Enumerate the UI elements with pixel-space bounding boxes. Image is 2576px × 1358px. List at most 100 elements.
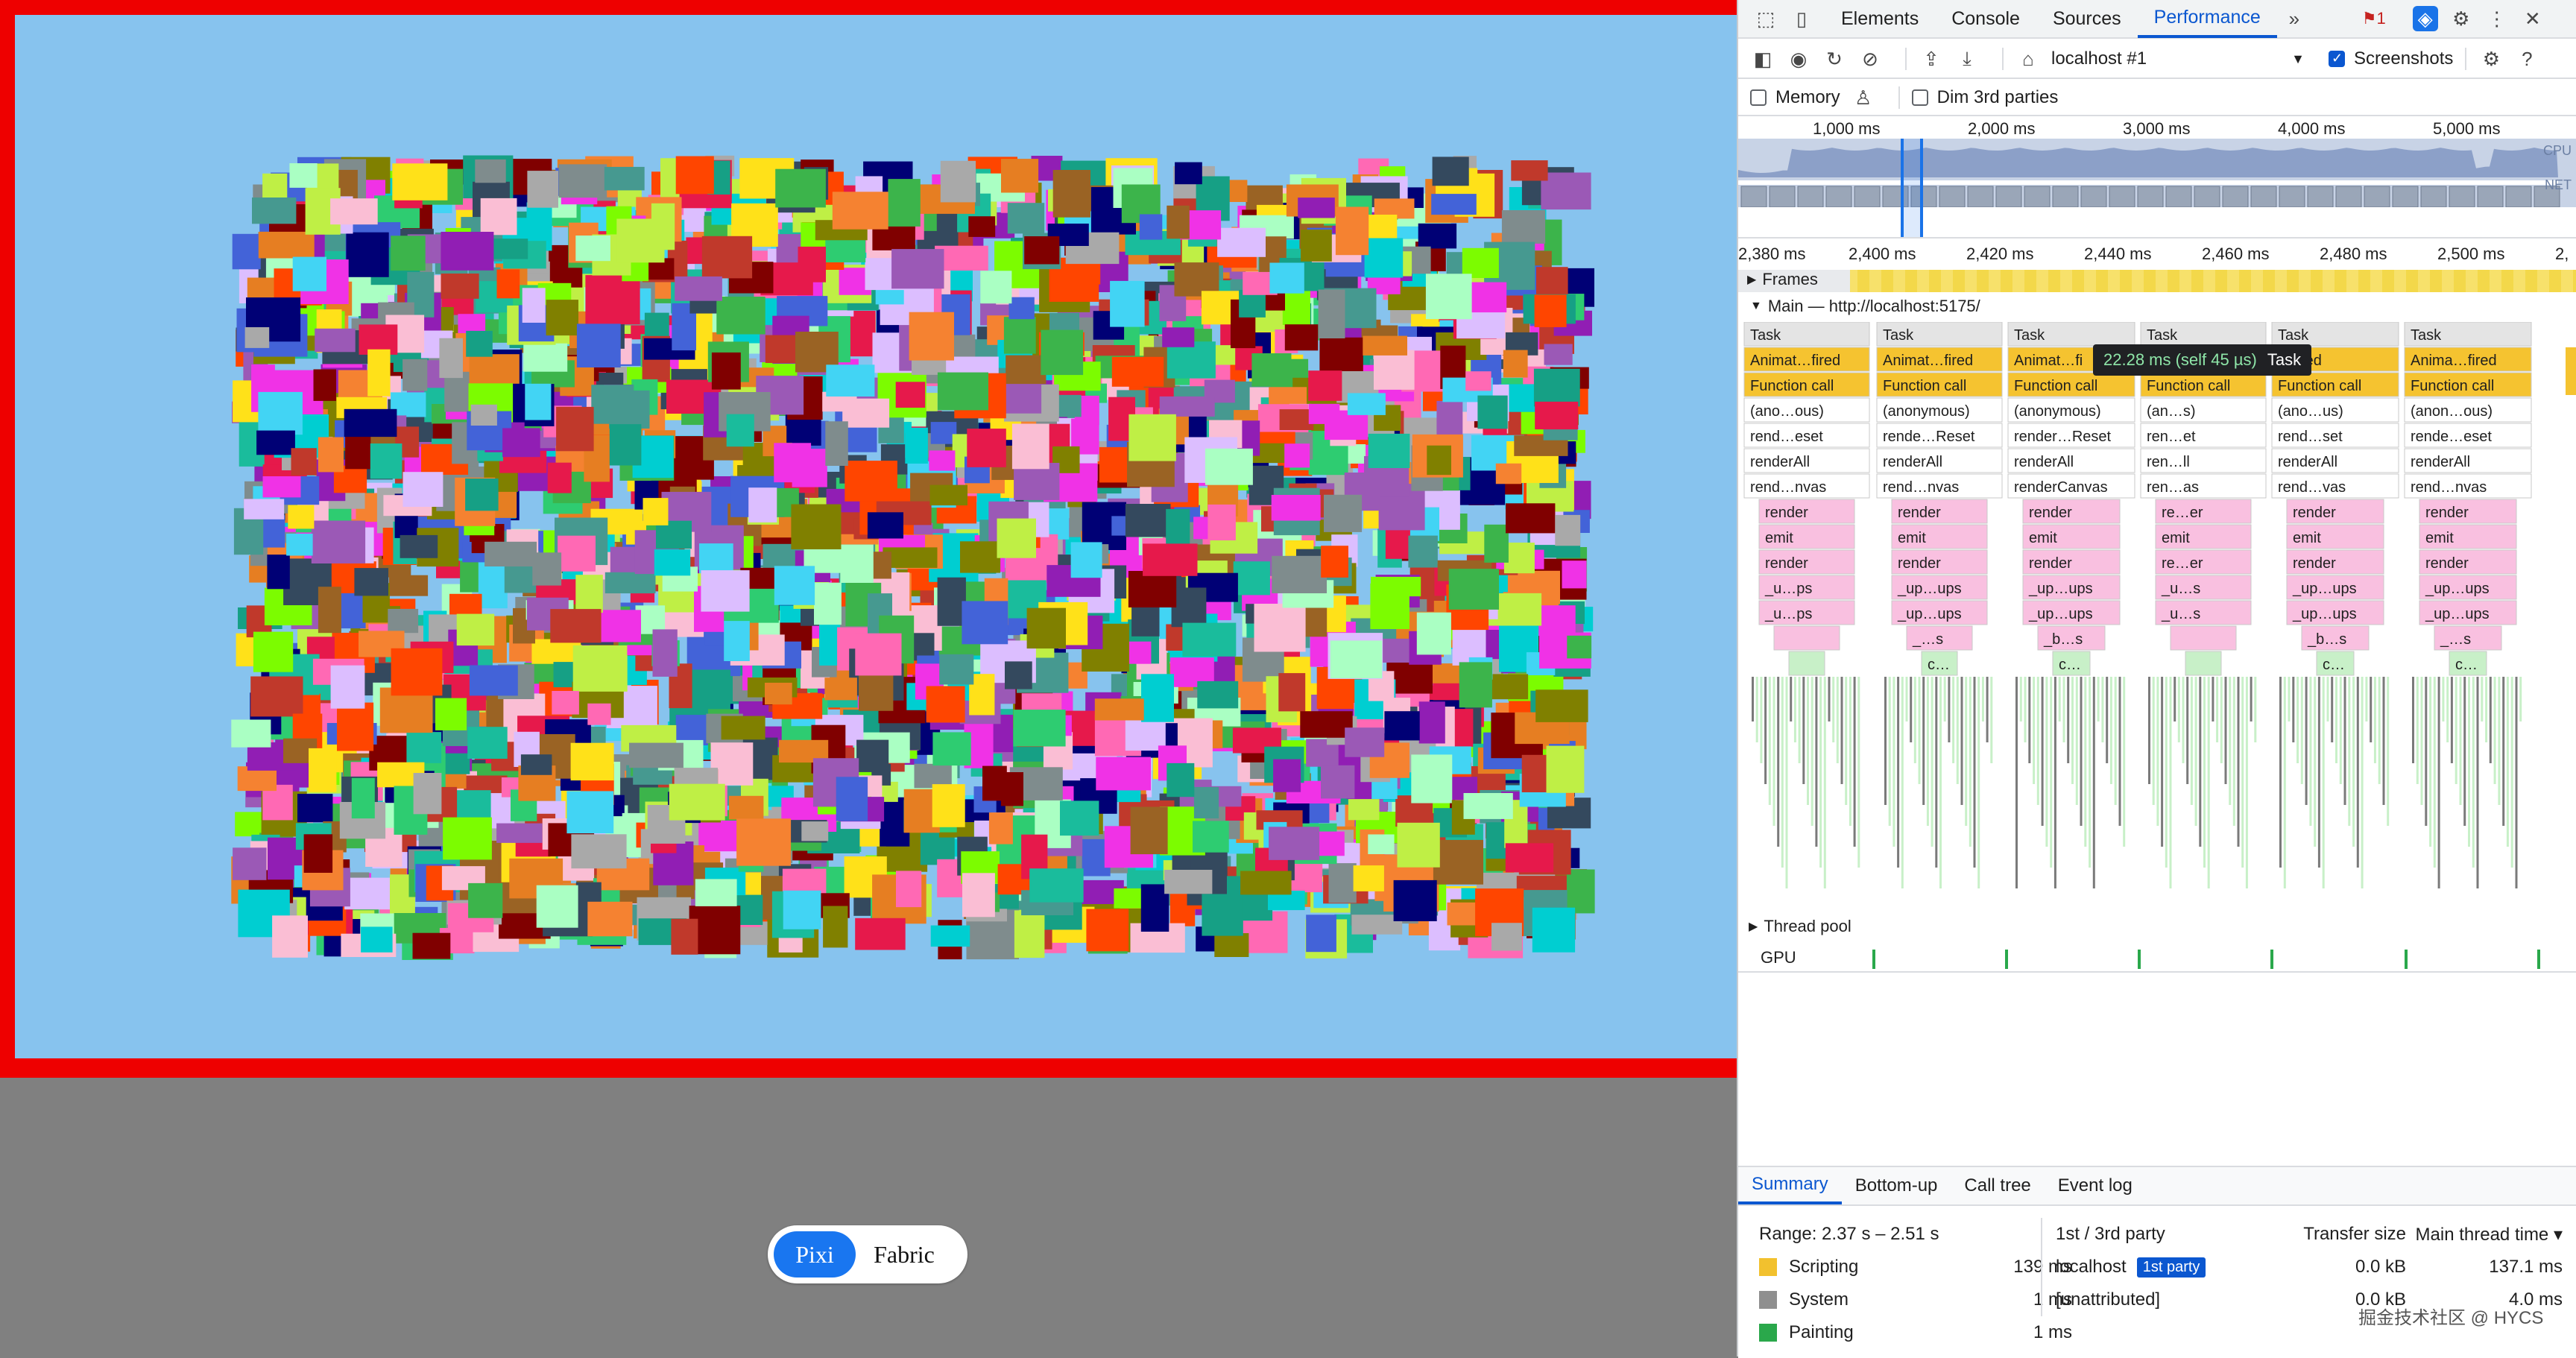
flame-entry[interactable] bbox=[2033, 677, 2036, 784]
flame-entry[interactable] bbox=[2084, 677, 2087, 847]
tab-summary[interactable]: Summary bbox=[1738, 1167, 1842, 1204]
frame-bar[interactable] bbox=[2120, 270, 2132, 292]
flame-entry[interactable] bbox=[2382, 677, 2385, 805]
settings-gear-icon[interactable]: ⚙ bbox=[2449, 6, 2474, 31]
flame-entry[interactable] bbox=[1926, 677, 1929, 826]
flame-entry[interactable] bbox=[2194, 677, 2197, 826]
frame-bar[interactable] bbox=[1989, 270, 2001, 292]
fabric-button[interactable]: Fabric bbox=[856, 1231, 953, 1278]
flame-entry[interactable] bbox=[2080, 677, 2083, 826]
clear-icon[interactable]: ⊘ bbox=[1857, 46, 1883, 72]
flame-entry[interactable] bbox=[1768, 677, 1771, 805]
frame-bar[interactable] bbox=[2001, 270, 2012, 292]
flame-entry[interactable] bbox=[1853, 677, 1856, 847]
frame-bar[interactable] bbox=[2287, 270, 2299, 292]
gpu-event[interactable] bbox=[2005, 950, 2008, 969]
frame-bar[interactable] bbox=[2537, 270, 2549, 292]
flame-entry[interactable] bbox=[2335, 677, 2337, 763]
flame-entry[interactable] bbox=[1913, 677, 1916, 763]
flame-entry[interactable] bbox=[2433, 677, 2436, 868]
tab-sources[interactable]: Sources bbox=[2036, 0, 2138, 38]
flame-entry[interactable] bbox=[2067, 677, 2070, 763]
flame-entry[interactable] bbox=[2459, 677, 2462, 805]
frame-bar[interactable] bbox=[2382, 270, 2394, 292]
flame-entry[interactable] bbox=[1773, 625, 1840, 651]
flame-entry[interactable] bbox=[2348, 677, 2351, 826]
flame-entry[interactable] bbox=[2220, 677, 2223, 763]
flame-entry[interactable] bbox=[2450, 677, 2453, 763]
flame-entry[interactable] bbox=[1965, 677, 1968, 826]
device-toolbar-icon[interactable]: ▯ bbox=[1789, 6, 1814, 31]
flame-entry[interactable] bbox=[2241, 677, 2244, 868]
flame-entry[interactable] bbox=[2515, 677, 2518, 888]
flame-entry[interactable] bbox=[2152, 677, 2155, 805]
flame-entry[interactable] bbox=[2097, 677, 2100, 721]
flame-entry[interactable] bbox=[2468, 677, 2470, 847]
flame-entry[interactable] bbox=[2292, 677, 2295, 742]
frame-bar[interactable] bbox=[2501, 270, 2513, 292]
frame-bar[interactable] bbox=[2084, 270, 2096, 292]
frame-bar[interactable] bbox=[1977, 270, 1989, 292]
frame-bar[interactable] bbox=[2012, 270, 2024, 292]
flame-entry[interactable] bbox=[2036, 677, 2039, 805]
frame-bar[interactable] bbox=[1941, 270, 1953, 292]
frame-bar[interactable] bbox=[2525, 270, 2537, 292]
column-header[interactable]: Main thread time ▾ bbox=[2406, 1224, 2563, 1245]
gpu-track[interactable] bbox=[1738, 944, 2576, 973]
flame-entry[interactable] bbox=[2476, 677, 2479, 888]
flame-entry[interactable] bbox=[2442, 677, 2445, 721]
frame-bar[interactable] bbox=[2346, 270, 2358, 292]
frame-bar[interactable] bbox=[2442, 270, 2454, 292]
flame-entry[interactable] bbox=[2437, 677, 2440, 888]
main-flame-chart[interactable]: Task Animat…fired Function call (ano…ous) re… bbox=[1738, 322, 2576, 903]
frame-bar[interactable] bbox=[1953, 270, 1965, 292]
frame-bar[interactable] bbox=[2549, 270, 2561, 292]
flame-entry[interactable] bbox=[1807, 677, 1809, 805]
flame-entry[interactable] bbox=[1956, 677, 1959, 784]
flame-entry[interactable] bbox=[2182, 677, 2185, 763]
flame-entry[interactable] bbox=[1973, 677, 1976, 868]
frame-bar[interactable] bbox=[2048, 270, 2060, 292]
flame-entry[interactable] bbox=[2510, 677, 2513, 868]
frame-bar[interactable] bbox=[2573, 270, 2576, 292]
flame-entry[interactable] bbox=[2339, 677, 2342, 784]
column-header[interactable]: Transfer size bbox=[2264, 1224, 2406, 1245]
frame-bar[interactable] bbox=[2334, 270, 2346, 292]
frame-bar[interactable] bbox=[2478, 270, 2490, 292]
flame-entry[interactable] bbox=[2174, 677, 2176, 721]
flame-entry[interactable] bbox=[2170, 625, 2237, 651]
flame-entry[interactable] bbox=[1790, 677, 1793, 721]
frame-bar[interactable] bbox=[2370, 270, 2382, 292]
flame-entry[interactable] bbox=[2519, 677, 2522, 721]
flame-entry[interactable] bbox=[1828, 677, 1831, 721]
flame-entry[interactable] bbox=[2216, 677, 2219, 742]
flame-entry[interactable] bbox=[1910, 677, 1913, 742]
frame-bar[interactable] bbox=[2394, 270, 2406, 292]
flame-entry[interactable] bbox=[2493, 677, 2496, 784]
extension-icon[interactable]: ◈ bbox=[2412, 6, 2438, 31]
flame-entry[interactable] bbox=[2365, 677, 2368, 721]
screenshots-checkbox-box[interactable] bbox=[2329, 51, 2345, 67]
flame-entry[interactable] bbox=[1960, 677, 1963, 805]
flame-entry[interactable] bbox=[2101, 677, 2104, 742]
flame-entry[interactable] bbox=[2373, 677, 2376, 763]
frames-track-label[interactable]: ▶ Frames bbox=[1747, 270, 1818, 289]
frame-bar[interactable] bbox=[1905, 270, 1917, 292]
flame-entry[interactable] bbox=[2075, 677, 2078, 805]
flame-entry[interactable] bbox=[1815, 677, 1818, 847]
frame-bar[interactable] bbox=[2275, 270, 2287, 292]
flame-entry[interactable] bbox=[1840, 677, 1843, 784]
flame-entry[interactable] bbox=[2177, 677, 2180, 742]
flame-entry[interactable] bbox=[2446, 677, 2449, 742]
flame-entry[interactable] bbox=[2186, 677, 2189, 784]
tab-event-log[interactable]: Event log bbox=[2045, 1167, 2146, 1204]
flame-entry[interactable] bbox=[2250, 677, 2253, 721]
frame-bar[interactable] bbox=[2179, 270, 2191, 292]
gpu-event[interactable] bbox=[2270, 950, 2273, 969]
frame-bar[interactable] bbox=[2060, 270, 2072, 292]
flame-entry[interactable] bbox=[2203, 677, 2206, 868]
flame-entry[interactable] bbox=[2224, 677, 2227, 784]
table-row[interactable]: localhost 1st party 0.0 kB 137.1 ms bbox=[2056, 1251, 2570, 1283]
more-tabs-icon[interactable]: » bbox=[2282, 6, 2307, 31]
flame-entry[interactable] bbox=[1755, 677, 1758, 742]
